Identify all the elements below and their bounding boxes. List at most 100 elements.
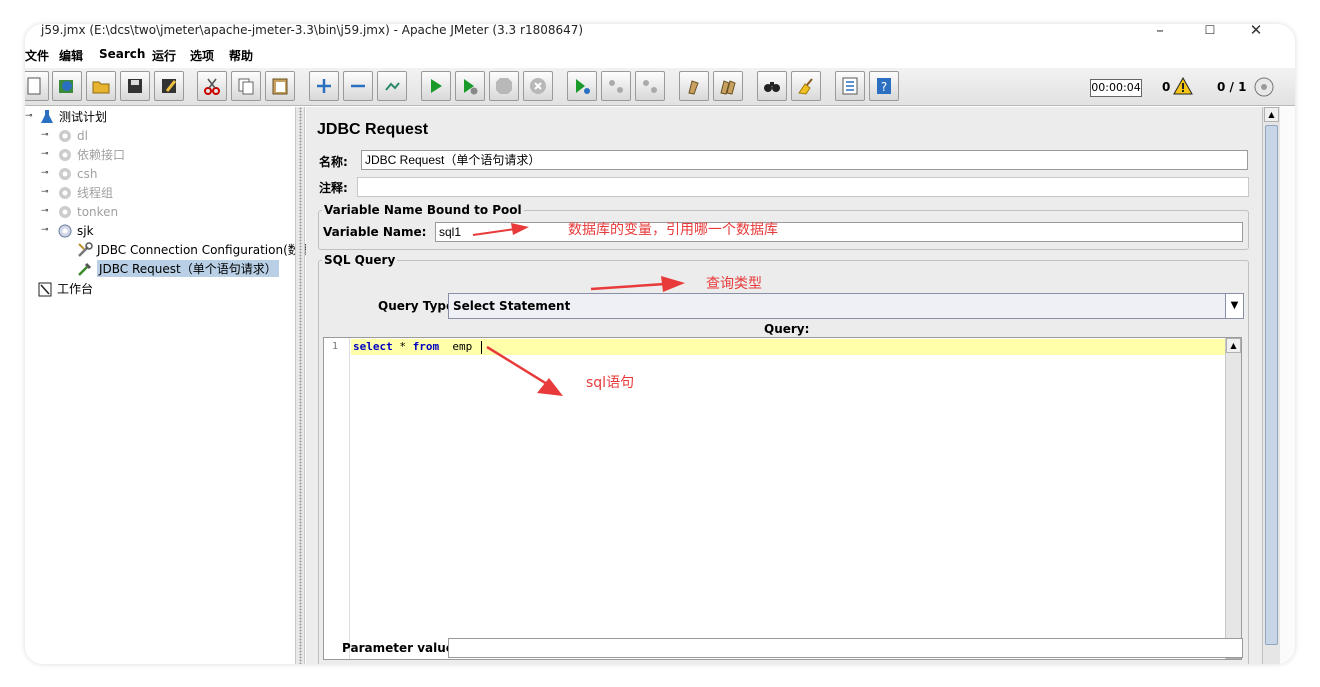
tree-node-label: csh — [77, 166, 98, 181]
test-plan-icon — [39, 109, 55, 125]
scrollbar-thumb[interactable] — [1265, 125, 1278, 645]
scroll-up-icon[interactable]: ▲ — [1226, 338, 1241, 353]
stop-icon[interactable] — [489, 71, 519, 101]
tree-node-label: tonken — [77, 204, 119, 219]
remote-shutdown-icon[interactable] — [635, 71, 665, 101]
line-number-gutter: 1 — [324, 338, 350, 659]
svg-text:?: ? — [881, 80, 887, 94]
panel-scrollbar[interactable]: ▲ — [1262, 107, 1280, 664]
menu-help[interactable]: 帮助 — [229, 47, 253, 64]
tree-node-thread-group[interactable]: 线程组 — [57, 183, 113, 202]
sql-code[interactable]: select * from emp — [353, 340, 482, 354]
variable-name-label: Variable Name: — [323, 225, 427, 239]
chevron-down-icon[interactable]: ▼ — [1225, 294, 1243, 318]
menu-options[interactable]: 选项 — [190, 47, 214, 64]
copy-icon[interactable] — [231, 71, 261, 101]
menu-edit[interactable]: 编辑 — [59, 47, 83, 64]
clear-all-icon[interactable] — [713, 71, 743, 101]
scroll-up-icon[interactable]: ▲ — [1264, 107, 1279, 122]
tree-node-label: sjk — [77, 223, 94, 238]
shutdown-icon[interactable] — [523, 71, 553, 101]
collapse-twisty-icon[interactable]: ⊸ — [41, 225, 51, 235]
warning-icon[interactable] — [1173, 76, 1193, 98]
tree-node-label: 依赖接口 — [77, 148, 126, 162]
menu-file[interactable]: 文件 — [25, 47, 49, 64]
save-as-icon[interactable] — [154, 71, 184, 101]
cut-icon[interactable] — [197, 71, 227, 101]
thread-group-gear-icon — [57, 128, 73, 144]
expand-twisty-icon[interactable]: ⊸ — [41, 187, 51, 197]
expand-twisty-icon[interactable]: ⊸ — [41, 206, 51, 216]
annotation-sql-note: sql语句 — [586, 375, 635, 391]
parameter-values-field[interactable] — [448, 638, 1243, 658]
panel-title: JDBC Request — [317, 121, 429, 138]
workbench-icon — [37, 281, 53, 297]
tree-node-label: 工作台 — [57, 282, 94, 296]
test-plan-tree: ⊸ 测试计划 ⊸ dl ⊸ 依赖接口 ⊸ csh ⊸ 线程组 ⊸ tonken … — [25, 107, 312, 664]
tree-node-sjk[interactable]: sjk — [57, 221, 94, 240]
query-type-select[interactable]: Select Statement ▼ — [448, 293, 1244, 319]
thread-group-gear-icon — [57, 166, 73, 182]
variable-name-field[interactable]: sql1 — [435, 222, 1243, 242]
function-helper-icon[interactable] — [835, 71, 865, 101]
tree-node-label: JDBC Request（单个语句请求） — [97, 260, 279, 277]
remote-start-icon[interactable] — [567, 71, 597, 101]
expand-twisty-icon[interactable]: ⊸ — [41, 149, 51, 159]
panel-splitter[interactable] — [295, 107, 305, 664]
sql-code-star: * — [392, 340, 413, 353]
name-label: 名称: — [319, 155, 348, 169]
tree-node-jdbc-connection-config[interactable]: JDBC Connection Configuration(数据 — [77, 240, 312, 259]
name-field[interactable]: JDBC Request（单个语句请求） — [361, 150, 1248, 170]
expand-twisty-icon[interactable]: ⊸ — [41, 130, 51, 140]
thread-count: 0 / 1 — [1217, 80, 1247, 94]
save-icon[interactable] — [120, 71, 150, 101]
collapse-twisty-icon[interactable]: ⊸ — [25, 111, 35, 121]
search-icon[interactable] — [757, 71, 787, 101]
variable-pool-group-title: Variable Name Bound to Pool — [322, 203, 524, 217]
open-icon[interactable] — [86, 71, 116, 101]
tree-node-test-plan[interactable]: 测试计划 — [39, 107, 107, 126]
comment-field[interactable] — [357, 177, 1249, 197]
menu-bar: 文件 编辑 Search 运行 选项 帮助 — [25, 44, 1295, 66]
menu-run[interactable]: 运行 — [152, 47, 176, 64]
jmeter-window: j59.jmx (E:\dcs\two\jmeter\apache-jmeter… — [25, 24, 1295, 664]
thread-group-gear-icon — [57, 223, 73, 239]
comment-label: 注释: — [319, 181, 348, 195]
tree-node-tonken[interactable]: tonken — [57, 202, 118, 221]
sql-query-editor[interactable]: 1 select * from emp ▲ ▼ — [323, 337, 1242, 660]
warning-count: 0 — [1162, 80, 1171, 94]
menu-search[interactable]: Search — [99, 47, 145, 61]
query-type-label: Query Type: — [378, 299, 459, 313]
expand-icon[interactable] — [309, 71, 339, 101]
tree-node-dependency-api[interactable]: 依赖接口 — [57, 145, 125, 164]
paste-icon[interactable] — [265, 71, 295, 101]
text-caret — [480, 340, 482, 354]
start-icon[interactable] — [421, 71, 451, 101]
reset-search-icon[interactable] — [791, 71, 821, 101]
new-icon[interactable] — [25, 71, 49, 101]
toggle-icon[interactable] — [377, 71, 407, 101]
start-no-pause-icon[interactable] — [455, 71, 485, 101]
annotation-query-type-note: 查询类型 — [706, 276, 762, 292]
maximize-button[interactable]: ☐ — [1187, 24, 1233, 37]
clear-icon[interactable] — [679, 71, 709, 101]
elapsed-timer: 00:00:04 — [1090, 79, 1142, 97]
tree-node-jdbc-request[interactable]: JDBC Request（单个语句请求） — [77, 259, 279, 278]
tree-node-label: 测试计划 — [59, 110, 108, 124]
jdbc-request-panel: JDBC Request 名称: JDBC Request（单个语句请求） 注释… — [306, 107, 1262, 664]
pipette-icon — [77, 261, 93, 277]
collapse-icon[interactable] — [343, 71, 373, 101]
wrench-icon — [77, 241, 93, 258]
remote-stop-icon[interactable] — [601, 71, 631, 101]
tree-node-csh[interactable]: csh — [57, 164, 97, 183]
tree-node-workbench[interactable]: 工作台 — [37, 279, 93, 298]
editor-scrollbar[interactable]: ▲ ▼ — [1225, 338, 1241, 659]
tree-node-dl[interactable]: dl — [57, 126, 88, 145]
expand-twisty-icon[interactable]: ⊸ — [41, 168, 51, 178]
help-icon[interactable]: ? — [869, 71, 899, 101]
close-button[interactable]: ✕ — [1233, 24, 1279, 39]
query-label: Query: — [764, 322, 810, 336]
minimize-button[interactable]: – — [1137, 24, 1183, 39]
templates-icon[interactable] — [52, 71, 82, 101]
tree-node-label: dl — [77, 128, 88, 143]
